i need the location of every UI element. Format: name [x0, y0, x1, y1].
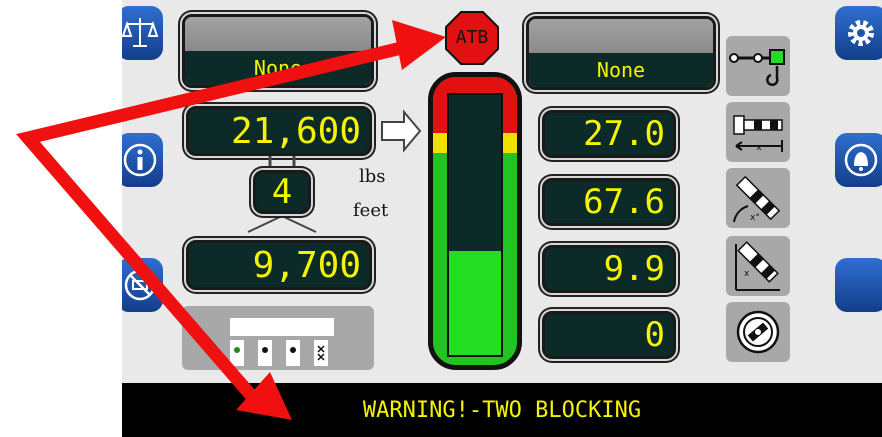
annotation-arrows: [16, 20, 446, 420]
